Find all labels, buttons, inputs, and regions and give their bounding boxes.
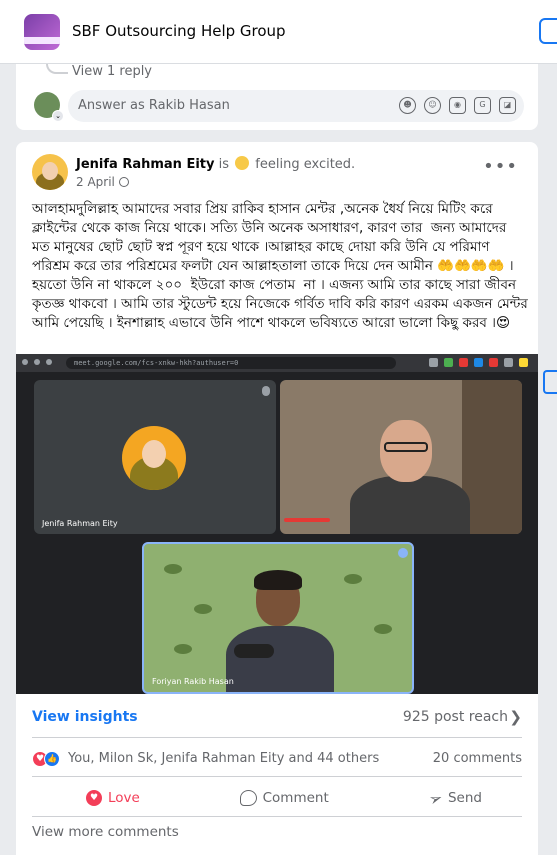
url-bar: meet.google.com/fcs-xnkw-hkh?authuser=0 [66,357,396,369]
bookshelf [462,380,522,534]
participant-hair [254,570,302,590]
post-card: Jenifa Rahman Eity is feeling excited. 2… [16,142,538,855]
love-label: Love [108,790,140,806]
post-reach[interactable]: 925 post reach [403,709,508,725]
send-icon: ➢ [425,786,445,810]
participant-name: Foriyan Rakib Hasan [152,677,234,686]
sticker-icon[interactable]: ◪ [499,97,516,114]
divider [32,776,522,777]
participant-tile [280,380,522,534]
edit-icon[interactable] [539,18,557,44]
comment-label: Comment [262,790,329,806]
like-reaction-icon: 👍 [44,751,60,767]
emoji-icon[interactable]: ☺ [424,97,441,114]
reactors-summary[interactable]: You, Milon Sk, Jenifa Rahman Eity and 44… [68,751,379,766]
love-button[interactable]: ♥ Love [32,782,152,814]
post-text: আলহামদুলিল্লাহ আমাদের সবার প্রিয় রাকিব … [32,201,533,331]
glasses [384,442,428,452]
view-reply-link[interactable]: View 1 reply [72,64,152,79]
comment-icon [239,790,257,806]
participant-body [226,626,334,692]
reply-thread-line [46,64,68,74]
avatar[interactable] [32,154,68,190]
name-redaction [284,518,330,522]
previous-post-card: View 1 reply ⌄ Answer as Rakib Hasan ☻ ☺… [16,64,538,130]
avatar[interactable]: ⌄ [34,92,64,122]
post-author-line: Jenifa Rahman Eity is feeling excited. [76,156,355,172]
view-insights-link[interactable]: View insights [32,709,138,725]
tile-options-icon [398,548,408,558]
side-panel-icon[interactable] [543,370,557,394]
post-actions: ♥ Love Comment ➢ Send [32,782,522,814]
send-label: Send [447,790,482,806]
author-name[interactable]: Jenifa Rahman Eity [76,157,214,172]
divider [32,737,522,738]
participant-name: Jenifa Rahman Eity [42,519,118,528]
comment-count[interactable]: 20 comments [433,751,522,766]
mic-muted-icon [262,386,270,396]
answer-placeholder: Answer as Rakib Hasan [78,98,230,113]
participant-body [350,476,470,534]
send-button[interactable]: ➢ Send [417,782,522,814]
more-options-icon[interactable]: ••• [483,156,518,177]
post-date[interactable]: 2 April [76,175,115,189]
participant-tile: Jenifa Rahman Eity [34,380,276,534]
avatar-sticker-icon[interactable]: ☻ [399,97,416,114]
view-more-comments-link[interactable]: View more comments [32,824,179,840]
composer-icons: ☻ ☺ ◉ G ◪ [399,97,516,114]
participant-avatar [122,426,186,490]
extension-icons [429,358,528,367]
feeling-text[interactable]: feeling excited. [255,157,355,172]
smile-emoji-icon [235,156,250,170]
answer-input[interactable]: Answer as Rakib Hasan ☻ ☺ ◉ G ◪ [68,90,524,122]
heart-icon: ♥ [86,790,102,806]
browser-toolbar: meet.google.com/fcs-xnkw-hkh?authuser=0 [16,354,538,372]
group-name[interactable]: SBF Outsourcing Help Group [72,22,286,40]
feeling-prefix: is [218,157,230,172]
group-header: SBF Outsourcing Help Group [0,0,557,64]
participant-tile: Foriyan Rakib Hasan [142,542,414,694]
post-image[interactable]: meet.google.com/fcs-xnkw-hkh?authuser=0 … [16,354,538,694]
comment-button[interactable]: Comment [228,782,341,814]
reaction-icons[interactable]: ♥ 👍 [32,751,64,767]
chevron-down-icon[interactable]: ⌄ [52,110,64,122]
gif-icon[interactable]: G [474,97,491,114]
camera-icon[interactable]: ◉ [449,97,466,114]
microphone [234,644,274,658]
group-thumbnail[interactable] [24,14,60,50]
nav-buttons [22,359,52,365]
divider [32,816,522,817]
post-timestamp: 2 April [76,175,129,189]
globe-icon [118,177,129,187]
chevron-right-icon[interactable]: ❯ [509,708,522,726]
